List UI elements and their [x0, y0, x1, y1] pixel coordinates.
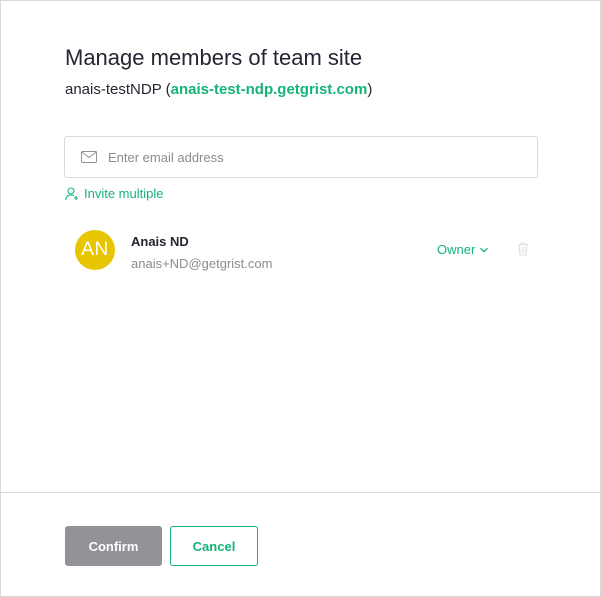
member-row: AN Anais ND anais+ND@getgrist.com Owner — [65, 225, 537, 275]
email-input[interactable] — [108, 149, 508, 165]
footer-divider — [1, 492, 600, 493]
manage-members-dialog: Manage members of team site anais-testND… — [0, 0, 601, 597]
cancel-button[interactable]: Cancel — [170, 526, 258, 566]
avatar: AN — [75, 230, 115, 270]
confirm-button[interactable]: Confirm — [65, 526, 162, 566]
mail-icon — [81, 151, 97, 163]
add-user-icon — [65, 186, 79, 201]
invite-multiple-link[interactable]: Invite multiple — [65, 186, 163, 201]
avatar-initials: AN — [81, 239, 109, 260]
paren-close: ) — [367, 81, 373, 98]
member-name: Anais ND — [131, 234, 189, 249]
role-label: Owner — [437, 242, 476, 257]
team-name: anais-testNDP — [65, 81, 162, 98]
trash-icon[interactable] — [516, 241, 530, 257]
team-domain: anais-test-ndp.getgrist.com — [170, 81, 368, 98]
member-email: anais+ND@getgrist.com — [131, 256, 273, 271]
team-site-subtitle: anais-testNDP (anais-test-ndp.getgrist.c… — [65, 80, 372, 100]
invite-multiple-label: Invite multiple — [84, 186, 164, 201]
chevron-down-icon — [479, 245, 489, 255]
dialog-title: Manage members of team site — [65, 45, 363, 70]
paren-open: ( — [161, 81, 171, 98]
role-dropdown[interactable]: Owner — [437, 242, 489, 257]
email-field[interactable] — [64, 136, 538, 178]
